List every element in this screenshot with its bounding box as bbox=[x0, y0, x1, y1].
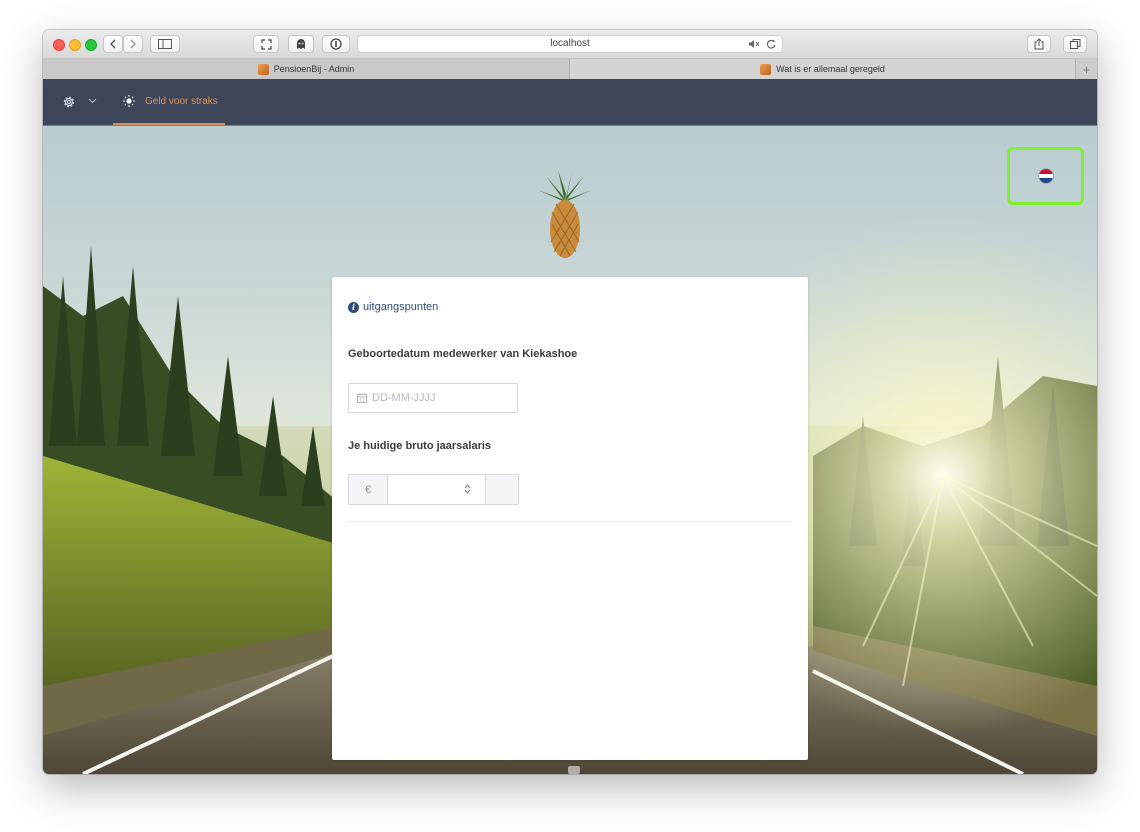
url-text: localhost bbox=[550, 38, 590, 49]
plus-icon: + bbox=[1082, 61, 1091, 77]
close-window-button[interactable] bbox=[53, 39, 65, 51]
pensioenbij-favicon-icon bbox=[760, 63, 772, 75]
birthdate-field[interactable] bbox=[348, 383, 518, 413]
tab-label: Wat is er allemaal geregeld bbox=[776, 64, 885, 74]
scroll-handle[interactable] bbox=[568, 766, 580, 774]
browser-toolbar: localhost bbox=[43, 30, 1097, 59]
new-tab-button[interactable]: + bbox=[1076, 59, 1097, 79]
chevron-right-icon bbox=[130, 39, 136, 49]
nav-tab-label: Geld voor straks bbox=[145, 95, 218, 107]
tab-overview-button[interactable] bbox=[1063, 35, 1087, 53]
share-icon bbox=[1034, 38, 1044, 50]
share-button[interactable] bbox=[1027, 35, 1051, 53]
tab-label: PensioenBij - Admin bbox=[273, 64, 355, 74]
language-selector-button[interactable] bbox=[1007, 147, 1084, 205]
ghost-icon bbox=[297, 38, 305, 49]
gear-icon[interactable] bbox=[62, 95, 76, 109]
back-button[interactable] bbox=[103, 35, 123, 53]
ghostery-extension-button[interactable] bbox=[288, 35, 314, 53]
minimize-window-button[interactable] bbox=[69, 39, 81, 51]
number-spinner-icon[interactable] bbox=[464, 483, 471, 495]
expand-icon bbox=[260, 38, 272, 50]
zoom-window-button[interactable] bbox=[85, 39, 97, 51]
sun-icon bbox=[123, 95, 135, 107]
onepassword-icon bbox=[330, 38, 342, 50]
nl-flag-icon bbox=[1038, 169, 1053, 183]
form-card: i uitgangspunten Geboortedatum medewerke… bbox=[332, 277, 808, 760]
salary-suffix-addon bbox=[485, 475, 518, 504]
fullscreen-button[interactable] bbox=[253, 35, 279, 53]
birthdate-input[interactable] bbox=[372, 392, 502, 404]
currency-addon: € bbox=[349, 475, 388, 504]
tabs-icon bbox=[1069, 38, 1080, 49]
birthdate-label: Geboortedatum medewerker van Kiekashoe bbox=[348, 348, 578, 360]
uitgangspunten-label: uitgangspunten bbox=[363, 301, 439, 313]
salary-field[interactable] bbox=[388, 475, 485, 504]
euro-symbol: € bbox=[364, 483, 372, 496]
browser-tab-admin[interactable]: PensioenBij - Admin bbox=[43, 59, 570, 79]
address-bar[interactable]: localhost bbox=[357, 35, 783, 53]
sidebar-icon bbox=[158, 39, 172, 49]
password-manager-button[interactable] bbox=[322, 35, 350, 53]
chevron-down-icon[interactable] bbox=[88, 98, 97, 104]
sidebar-toggle-button[interactable] bbox=[150, 35, 180, 53]
mute-icon[interactable] bbox=[748, 38, 760, 50]
hero-background: i uitgangspunten Geboortedatum medewerke… bbox=[43, 126, 1097, 774]
calendar-icon bbox=[357, 393, 367, 403]
forward-button[interactable] bbox=[123, 35, 143, 53]
reload-icon[interactable] bbox=[766, 38, 777, 50]
pensioenbij-favicon-icon bbox=[257, 63, 269, 75]
pineapple-logo-icon bbox=[538, 170, 592, 258]
browser-tab-geregeld[interactable]: Wat is er allemaal geregeld bbox=[570, 59, 1076, 79]
chevron-left-icon bbox=[110, 39, 116, 49]
salary-input-group: € bbox=[348, 474, 519, 505]
uitgangspunten-link[interactable]: i uitgangspunten bbox=[348, 301, 438, 313]
info-icon: i bbox=[348, 301, 359, 313]
nav-tab-geld-voor-straks[interactable]: Geld voor straks bbox=[113, 79, 225, 125]
app-header: Geld voor straks bbox=[43, 79, 1097, 126]
browser-window: localhost PensioenBij - Admin Wat is er … bbox=[43, 30, 1097, 774]
form-divider bbox=[348, 521, 791, 522]
tab-bar: PensioenBij - Admin Wat is er allemaal g… bbox=[43, 59, 1097, 80]
salary-label: Je huidige bruto jaarsalaris bbox=[348, 440, 492, 452]
